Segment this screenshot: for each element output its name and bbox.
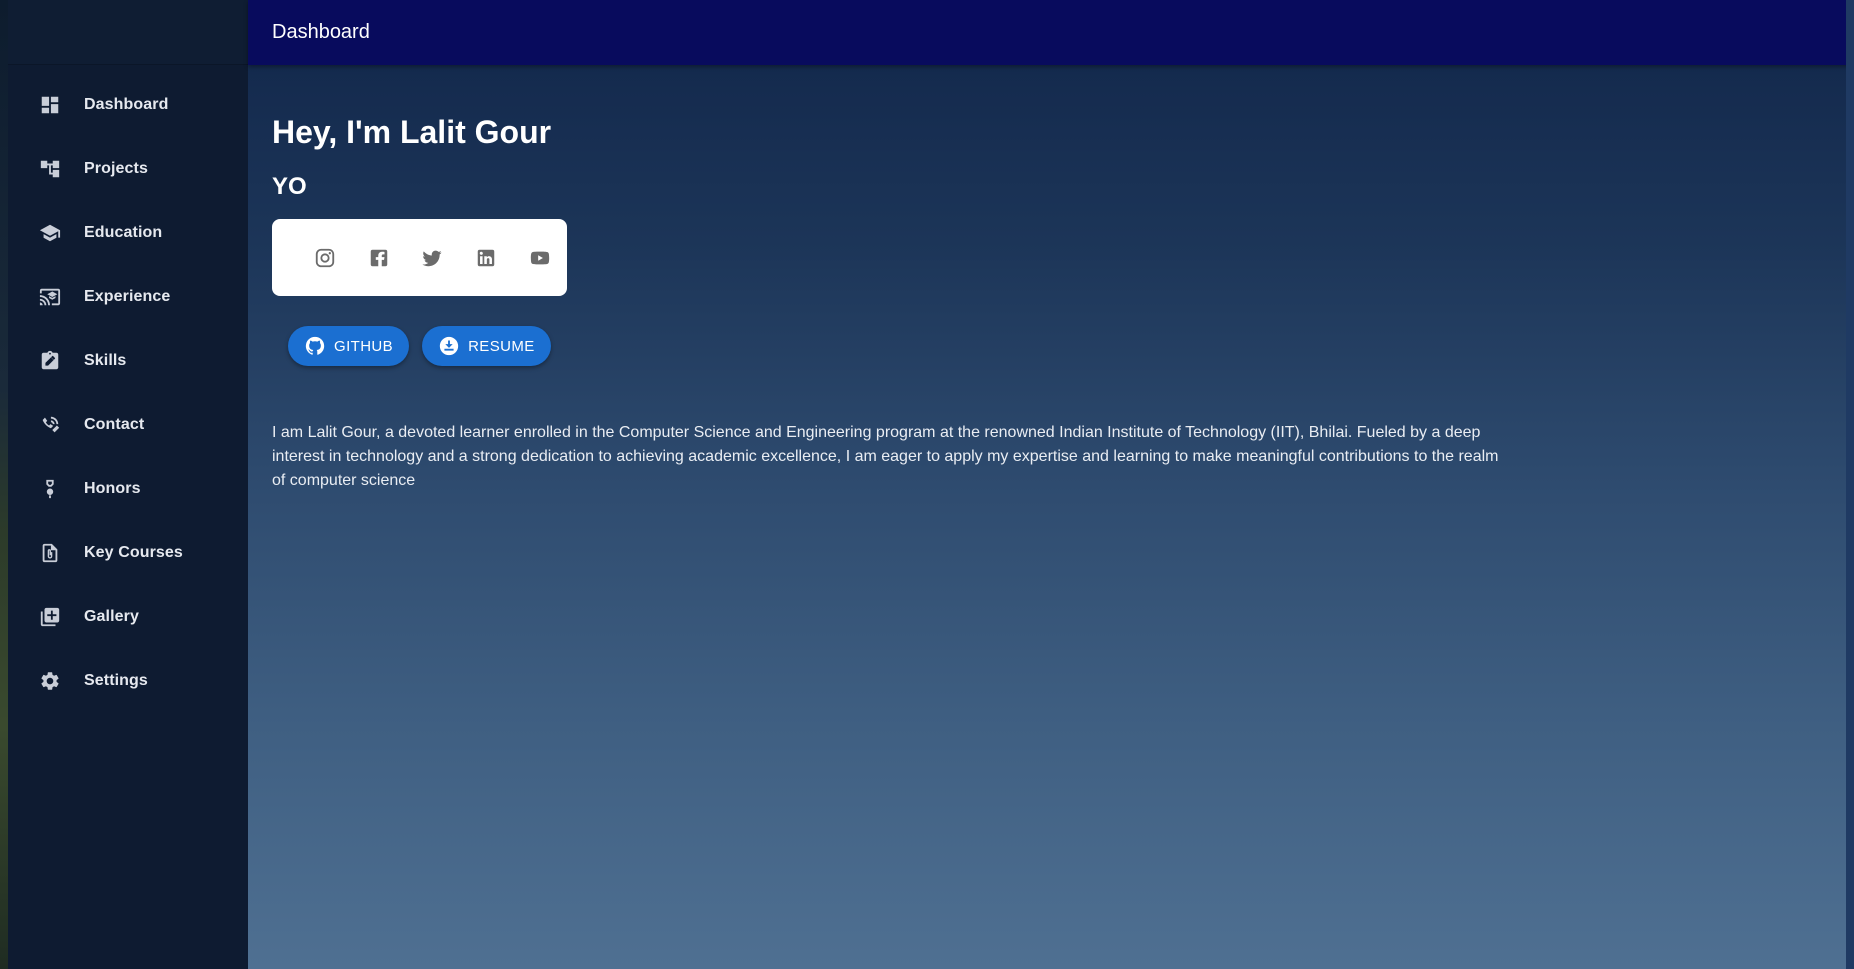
sidebar-item-contact[interactable]: Contact <box>8 393 248 457</box>
gear-icon <box>39 670 61 692</box>
contact-icon <box>39 414 61 436</box>
sidebar-item-label: Honors <box>84 480 141 497</box>
youtube-icon[interactable] <box>513 230 567 285</box>
sidebar-item-dashboard[interactable]: Dashboard <box>8 73 248 137</box>
sidebar-nav: Dashboard Projects Education Experience … <box>8 65 248 713</box>
hero-subtitle: YO <box>272 173 307 201</box>
github-button-label: GITHUB <box>334 337 394 355</box>
scrollbar[interactable] <box>1846 0 1854 969</box>
projects-icon <box>39 158 61 180</box>
sidebar-item-key-courses[interactable]: Key Courses <box>8 521 248 585</box>
sidebar-item-honors[interactable]: Honors <box>8 457 248 521</box>
github-icon <box>304 335 326 357</box>
cast-for-education-icon <box>39 286 61 308</box>
instagram-icon[interactable] <box>298 230 352 285</box>
resume-button-label: RESUME <box>468 337 535 355</box>
facebook-icon[interactable] <box>352 230 406 285</box>
sidebar-item-label: Settings <box>84 672 148 689</box>
award-icon <box>39 478 61 500</box>
hero-title: Hey, I'm Lalit Gour <box>272 114 552 150</box>
sidebar-item-label: Key Courses <box>84 544 183 561</box>
sidebar: Dashboard Projects Education Experience … <box>8 0 248 969</box>
social-links-card <box>272 219 567 297</box>
sidebar-item-label: Dashboard <box>84 96 169 113</box>
sidebar-item-label: Education <box>84 224 163 241</box>
sidebar-item-label: Contact <box>84 416 145 433</box>
linkedin-icon[interactable] <box>459 230 513 285</box>
dashboard-icon <box>39 94 61 116</box>
app-bar: Dashboard <box>248 0 1854 65</box>
sidebar-item-experience[interactable]: Experience <box>8 265 248 329</box>
resume-button[interactable]: RESUME <box>422 326 551 367</box>
library-add-icon <box>39 606 61 628</box>
background-landscape-strip <box>0 0 8 969</box>
sidebar-item-settings[interactable]: Settings <box>8 649 248 713</box>
sidebar-header <box>8 0 248 65</box>
sidebar-item-projects[interactable]: Projects <box>8 137 248 201</box>
sidebar-item-label: Skills <box>84 352 127 369</box>
profile-content: Hey, I'm Lalit Gour YO GITHUB RESUME I a… <box>248 65 1854 493</box>
sidebar-item-gallery[interactable]: Gallery <box>8 585 248 649</box>
bio-paragraph: I am Lalit Gour, a devoted learner enrol… <box>272 424 1499 490</box>
sidebar-item-skills[interactable]: Skills <box>8 329 248 393</box>
sidebar-item-label: Gallery <box>84 608 139 625</box>
assignment-icon <box>39 350 61 372</box>
sidebar-item-education[interactable]: Education <box>8 201 248 265</box>
twitter-icon[interactable] <box>406 230 460 285</box>
download-icon <box>438 335 460 357</box>
page-title: Dashboard <box>272 21 370 43</box>
course-file-icon <box>39 542 61 564</box>
school-icon <box>39 222 61 244</box>
sidebar-item-label: Projects <box>84 160 148 177</box>
main-panel: Dashboard Hey, I'm Lalit Gour YO GITHUB … <box>248 0 1854 969</box>
sidebar-item-label: Experience <box>84 288 171 305</box>
action-buttons: GITHUB RESUME <box>288 326 1854 367</box>
github-button[interactable]: GITHUB <box>288 326 410 367</box>
